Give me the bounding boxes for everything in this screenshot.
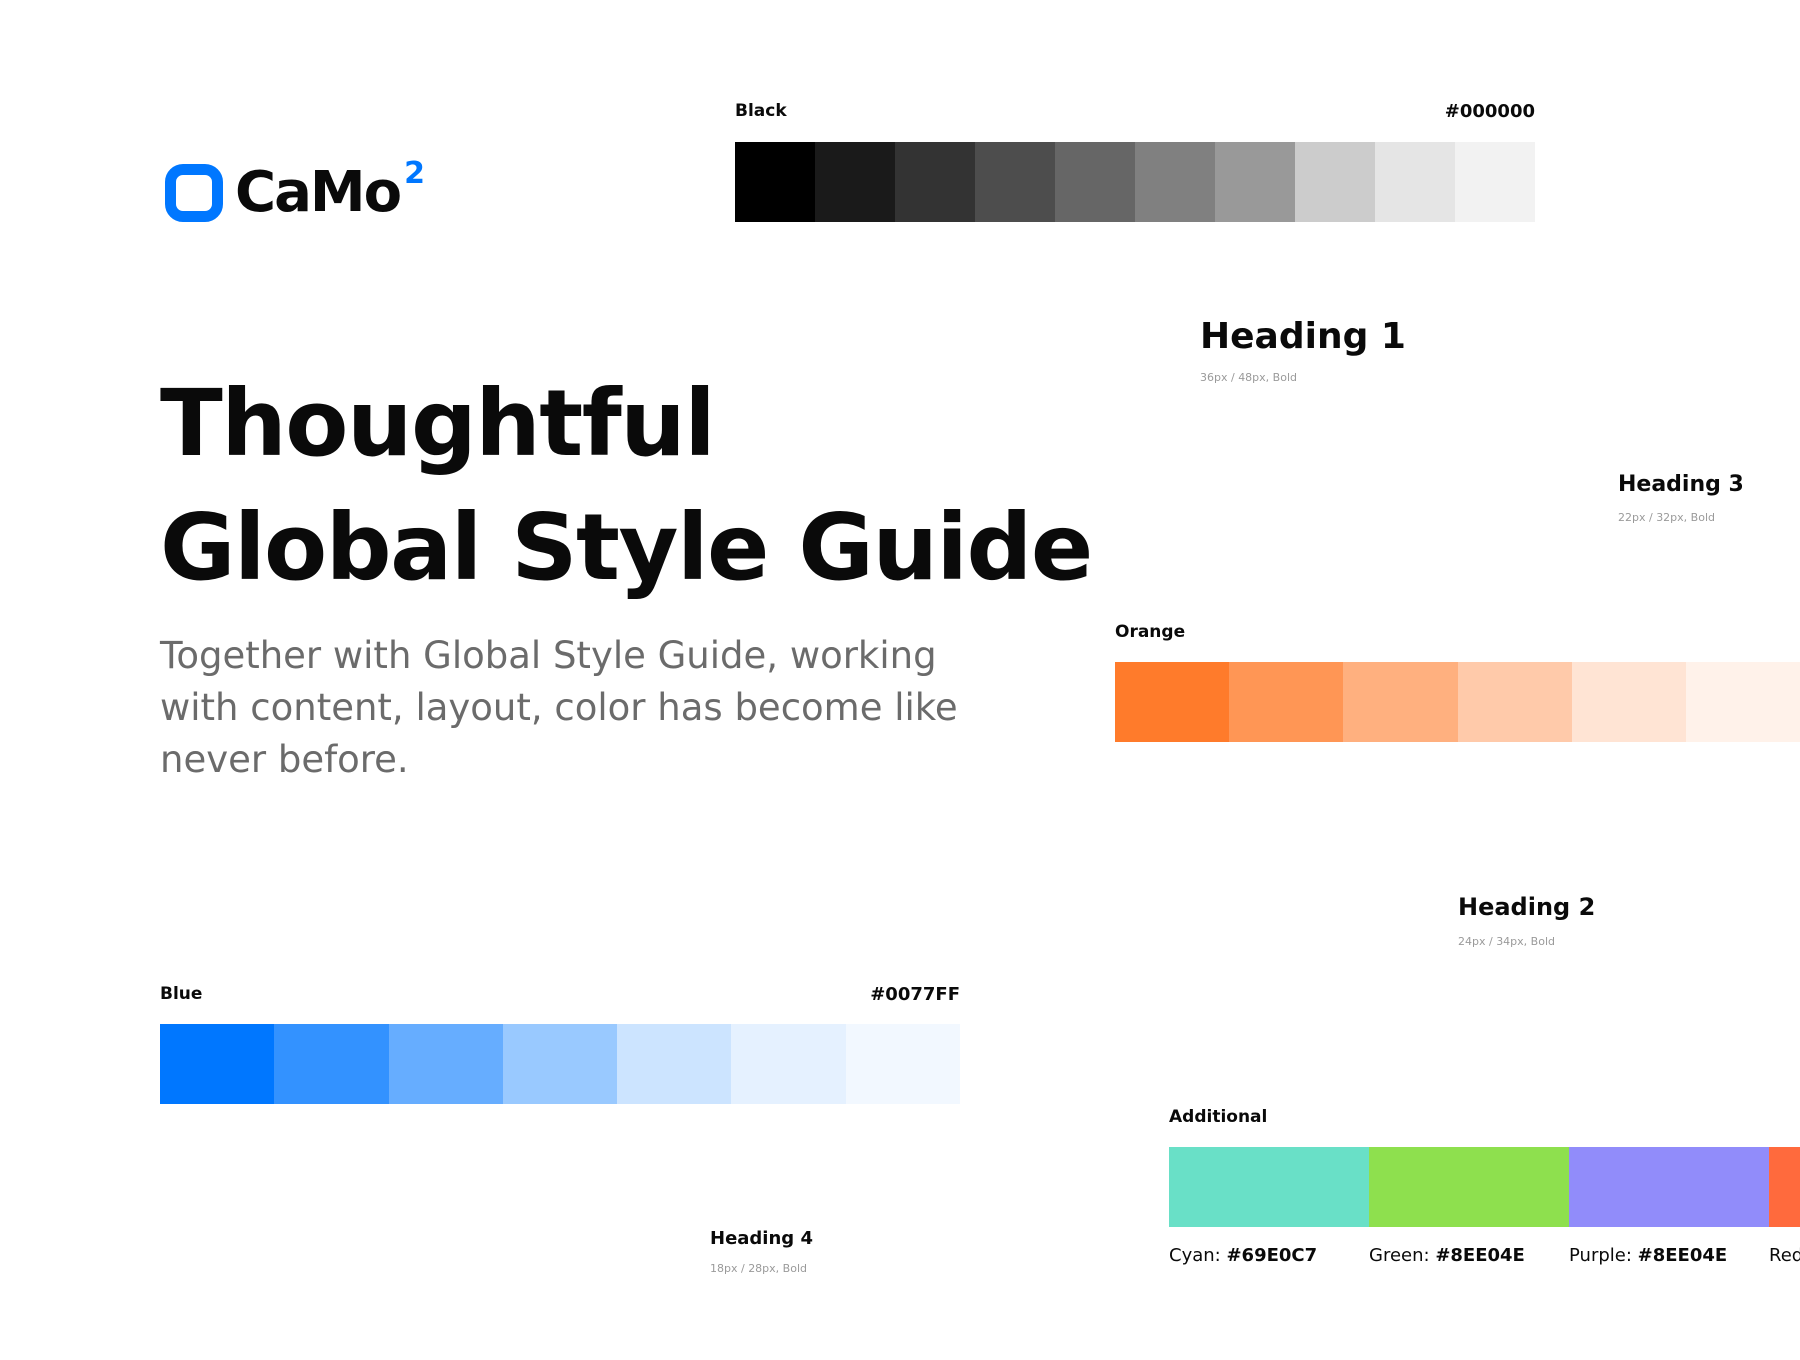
rounded-square-logo-icon — [165, 164, 223, 222]
blue-swatch-strip — [160, 1024, 960, 1104]
orange-swatch-strip — [1115, 662, 1800, 742]
blue-swatch-1 — [160, 1024, 275, 1104]
blue-swatch-7 — [845, 1024, 960, 1104]
heading-1-meta: 36px / 48px, Bold — [1200, 371, 1297, 384]
additional-label-purple: Purple: #8EE04E — [1569, 1245, 1728, 1266]
black-swatch-strip — [735, 142, 1535, 222]
blue-swatch-5 — [617, 1024, 732, 1104]
additional-labels-clip: Cyan: #69E0C7 Green: #8EE04E Purple: #8E… — [1169, 1245, 1800, 1275]
black-palette-label: Black — [735, 101, 787, 121]
black-swatch-10 — [1455, 142, 1535, 222]
black-swatch-9 — [1375, 142, 1455, 222]
black-swatch-3 — [895, 142, 975, 222]
additional-swatch-green — [1369, 1147, 1569, 1227]
black-swatch-4 — [975, 142, 1055, 222]
heading-4-meta: 18px / 28px, Bold — [710, 1262, 807, 1275]
heading-4-specimen: Heading 4 — [710, 1228, 813, 1249]
additional-swatch-strip — [1169, 1147, 1800, 1227]
additional-swatch-cyan — [1169, 1147, 1369, 1227]
blue-swatch-6 — [731, 1024, 846, 1104]
black-swatch-8 — [1295, 142, 1375, 222]
heading-2-specimen: Heading 2 — [1458, 893, 1596, 921]
black-swatch-5 — [1055, 142, 1135, 222]
heading-2-meta: 24px / 34px, Bold — [1458, 935, 1555, 948]
additional-swatch-clip — [1169, 1147, 1800, 1227]
blue-swatch-4 — [502, 1024, 618, 1104]
additional-label-red: Red — [1769, 1245, 1800, 1266]
blue-swatch-2 — [274, 1024, 389, 1104]
orange-swatch-5 — [1571, 662, 1686, 742]
additional-label-green: Green: #8EE04E — [1369, 1245, 1525, 1266]
orange-swatch-3 — [1343, 662, 1458, 742]
black-swatch-6 — [1135, 142, 1215, 222]
hero-title: Thoughtful Global Style Guide — [160, 362, 1093, 610]
orange-swatch-4 — [1457, 662, 1572, 742]
logo-superscript: 2 — [404, 156, 425, 191]
logo-name: CaMo — [235, 160, 402, 225]
orange-swatch-6 — [1685, 662, 1800, 742]
black-swatch-7 — [1215, 142, 1295, 222]
additional-swatch-red — [1769, 1147, 1800, 1227]
orange-swatch-2 — [1229, 662, 1344, 742]
black-swatch-2 — [815, 142, 895, 222]
hero-title-line-1: Thoughtful — [160, 370, 716, 477]
heading-1-specimen: Heading 1 — [1200, 316, 1406, 357]
blue-palette-label: Blue — [160, 984, 203, 1004]
additional-label-cyan: Cyan: #69E0C7 — [1169, 1245, 1318, 1266]
blue-swatch-3 — [388, 1024, 503, 1104]
black-palette-hex: #000000 — [1444, 101, 1535, 122]
hero-title-line-2: Global Style Guide — [160, 494, 1093, 601]
orange-palette-label: Orange — [1115, 622, 1186, 642]
brand-logo: CaMo 2 — [165, 156, 425, 225]
additional-palette-label: Additional — [1169, 1107, 1268, 1127]
heading-3-meta: 22px / 32px, Bold — [1618, 511, 1715, 524]
black-swatch-1 — [735, 142, 815, 222]
additional-swatch-purple — [1569, 1147, 1769, 1227]
heading-3-specimen: Heading 3 — [1618, 472, 1744, 497]
hero-subtitle: Together with Global Style Guide, workin… — [160, 634, 958, 781]
blue-palette-hex: #0077FF — [870, 984, 960, 1005]
orange-swatch-1 — [1115, 662, 1230, 742]
